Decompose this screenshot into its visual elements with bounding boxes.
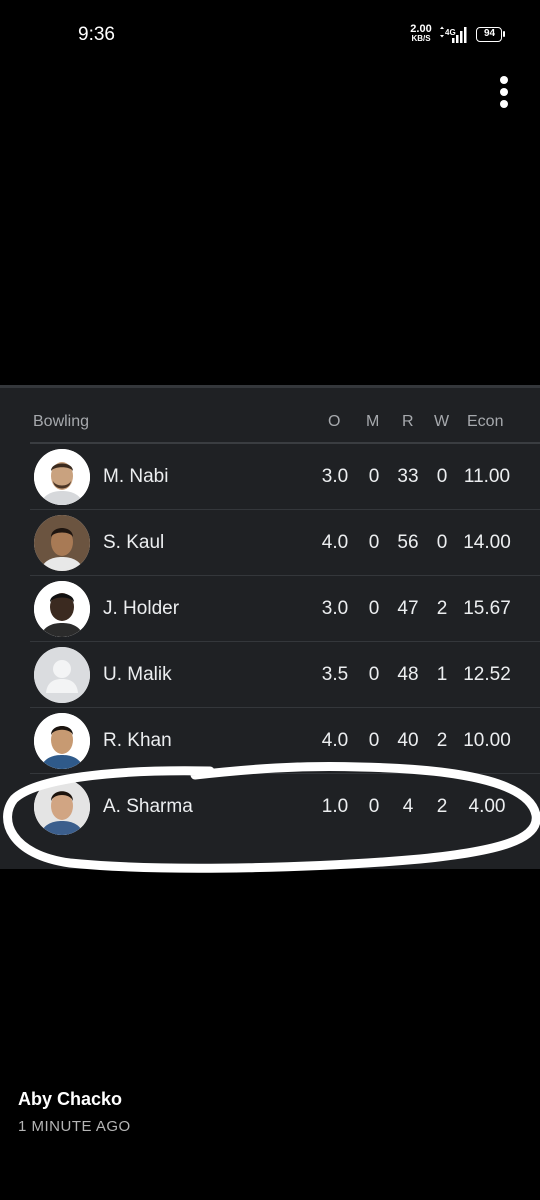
wickets-value: 0 — [436, 466, 448, 487]
more-options-button[interactable] — [494, 74, 514, 110]
runs-value: 48 — [397, 664, 419, 685]
runs-value: 40 — [397, 730, 419, 751]
overs-value: 3.0 — [321, 466, 349, 487]
economy-value: 14.00 — [463, 532, 511, 553]
signal-4g-icon: 4G — [438, 26, 468, 44]
wickets-value: 0 — [436, 532, 448, 553]
maidens-value: 0 — [368, 598, 380, 619]
player-avatar — [34, 713, 90, 769]
bowler-name: R. Khan — [103, 730, 172, 751]
status-bar: 9:36 2.00 KB/S 4G 94 — [0, 0, 540, 72]
more-options-icon — [500, 76, 508, 84]
header-bowling: Bowling — [33, 413, 90, 430]
overs-value: 3.0 — [321, 598, 349, 619]
economy-value: 15.67 — [463, 598, 511, 619]
bowler-row: A. Sharma 1.0 0 4 2 4.00 — [0, 774, 540, 840]
story-footer: Aby Chacko 1 MINUTE AGO — [18, 1089, 131, 1135]
more-options-icon-dot — [500, 88, 508, 96]
header-runs: R — [402, 413, 414, 430]
divider — [0, 385, 540, 388]
runs-value: 4 — [402, 796, 414, 817]
header-economy: Econ — [467, 413, 504, 430]
overs-value: 4.0 — [321, 532, 349, 553]
bowler-name: S. Kaul — [103, 532, 165, 553]
battery-level: 94 — [483, 28, 496, 39]
bowler-row: R. Khan 4.0 0 40 2 10.00 — [0, 708, 540, 774]
bowler-row: S. Kaul 4.0 0 56 0 14.00 — [0, 510, 540, 576]
overs-value: 3.5 — [321, 664, 349, 685]
header-maidens: M — [366, 413, 380, 430]
wickets-value: 2 — [436, 598, 448, 619]
player-avatar — [34, 449, 90, 505]
default-avatar-icon — [34, 647, 90, 703]
runs-value: 56 — [397, 532, 419, 553]
wickets-value: 2 — [436, 796, 448, 817]
bowler-row: U. Malik 3.5 0 48 1 12.52 — [0, 642, 540, 708]
bowler-name: A. Sharma — [103, 796, 193, 817]
network-type-label: 4G — [445, 28, 456, 37]
header-overs: O — [328, 413, 341, 430]
bowling-scorecard: Bowling O M R W Econ M. Nabi 3.0 0 33 0 … — [0, 385, 540, 869]
header-wickets: W — [434, 413, 450, 430]
network-speed: 2.00 KB/S — [406, 23, 436, 44]
post-time: 1 MINUTE AGO — [18, 1118, 131, 1135]
maidens-value: 0 — [368, 466, 380, 487]
wickets-value: 1 — [436, 664, 448, 685]
runs-value: 33 — [397, 466, 419, 487]
more-options-icon-dot — [500, 100, 508, 108]
maidens-value: 0 — [368, 664, 380, 685]
maidens-value: 0 — [368, 796, 380, 817]
network-speed-unit: KB/S — [411, 34, 431, 43]
scorecard-header: Bowling O M R W Econ — [0, 413, 540, 441]
overs-value: 1.0 — [321, 796, 349, 817]
economy-value: 11.00 — [463, 466, 511, 487]
economy-value: 4.00 — [468, 796, 506, 817]
battery-icon: 94 — [476, 27, 505, 42]
bowler-name: M. Nabi — [103, 466, 169, 487]
wickets-value: 2 — [436, 730, 448, 751]
player-avatar — [34, 779, 90, 835]
bowler-row: M. Nabi 3.0 0 33 0 11.00 — [0, 444, 540, 510]
bowler-name: U. Malik — [103, 664, 172, 685]
player-avatar — [34, 515, 90, 571]
maidens-value: 0 — [368, 532, 380, 553]
player-avatar — [34, 581, 90, 637]
economy-value: 10.00 — [463, 730, 511, 751]
author-name[interactable]: Aby Chacko — [18, 1089, 131, 1110]
bowler-row: J. Holder 3.0 0 47 2 15.67 — [0, 576, 540, 642]
status-time: 9:36 — [78, 24, 115, 45]
maidens-value: 0 — [368, 730, 380, 751]
network-speed-value: 2.00 — [410, 23, 432, 35]
economy-value: 12.52 — [463, 664, 511, 685]
bowler-name: J. Holder — [103, 598, 180, 619]
overs-value: 4.0 — [321, 730, 349, 751]
runs-value: 47 — [397, 598, 419, 619]
